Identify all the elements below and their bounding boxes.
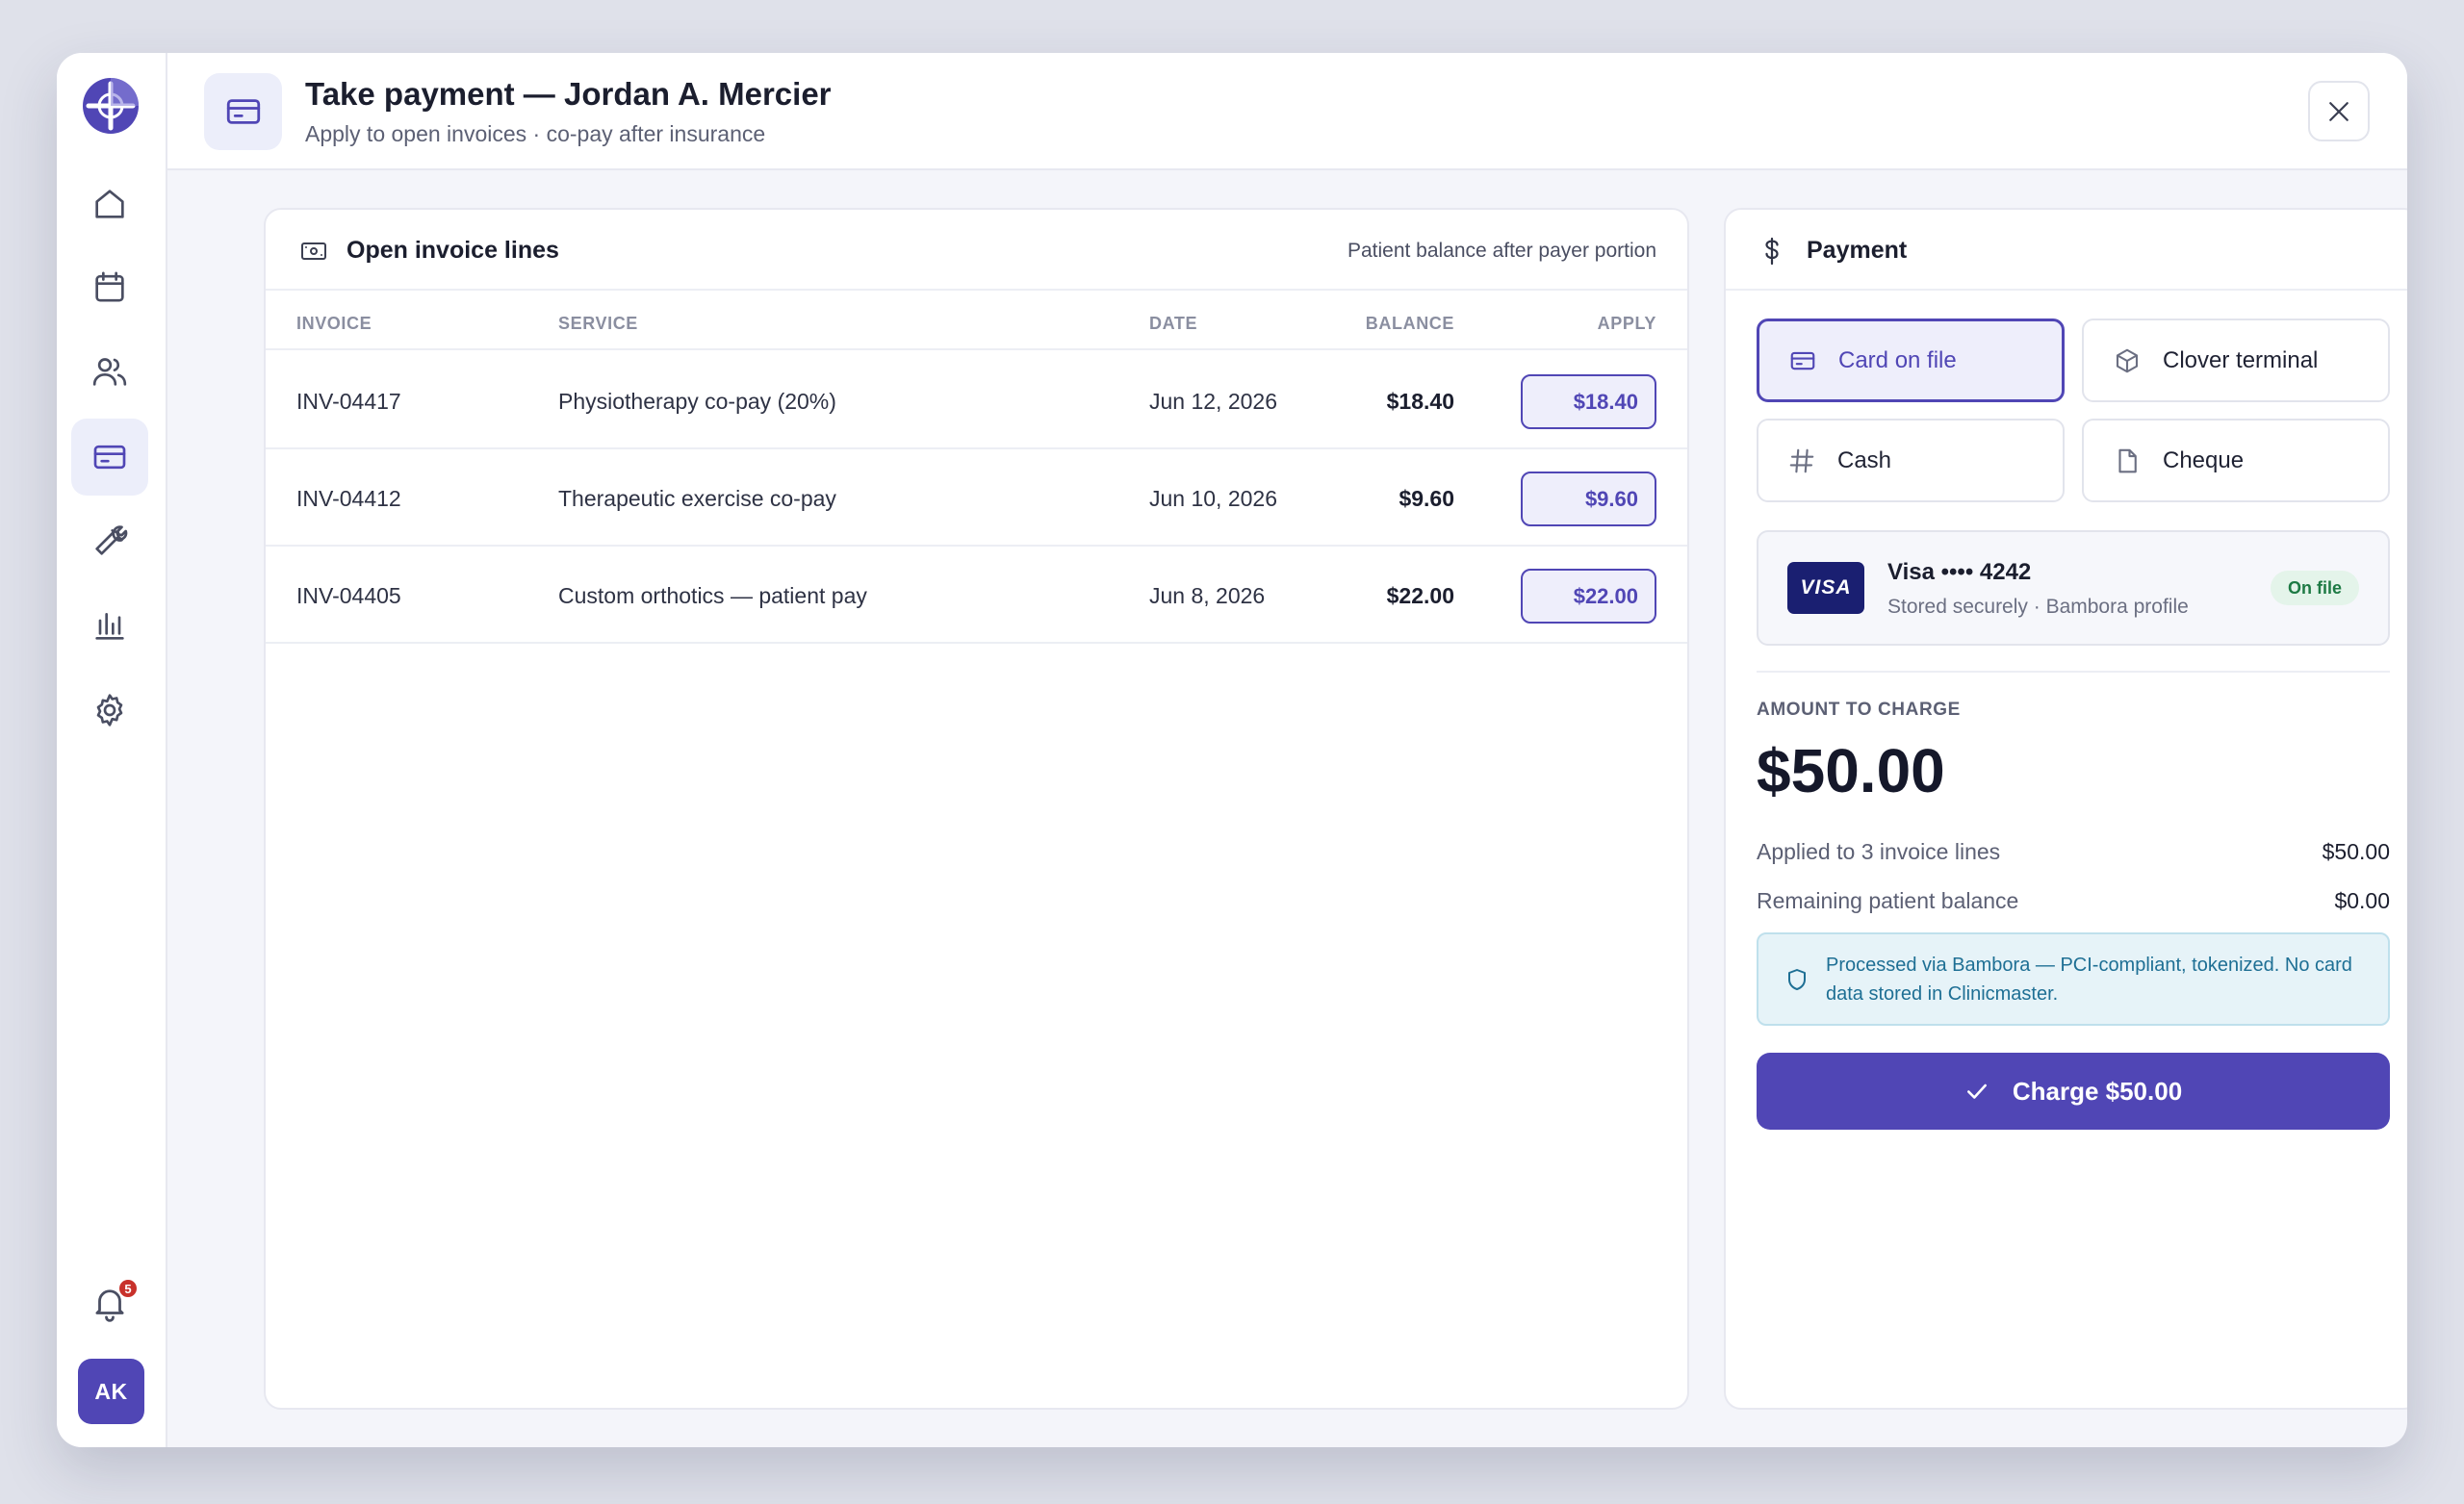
calendar-icon <box>95 271 124 302</box>
close-button[interactable] <box>2308 81 2370 141</box>
page-title: Take payment — Jordan A. Mercier <box>305 76 832 112</box>
sidebar-item-home[interactable] <box>71 166 148 242</box>
service-name: Therapeutic exercise co-pay <box>558 486 836 511</box>
card-name: Visa •••• 4242 <box>1887 559 2032 585</box>
page-subtitle: Apply to open invoices · co-pay after in… <box>305 121 766 146</box>
sidebar-item-patients[interactable] <box>71 333 148 410</box>
method-label: Cheque <box>2163 446 2245 473</box>
invoice-panel-title: Open invoice lines <box>346 237 559 264</box>
user-avatar[interactable]: AK <box>78 1359 144 1424</box>
invoice-balance: $22.00 <box>1386 583 1454 608</box>
apply-amount-input[interactable]: $22.00 <box>1521 569 1656 624</box>
wrench-icon <box>95 525 128 555</box>
charge-button-label: Charge $50.00 <box>2012 1076 2183 1106</box>
invoice-panel-note: Patient balance after payer portion <box>1347 240 1656 262</box>
sidebar: 5 AK <box>57 53 167 1447</box>
summary-label: Applied to 3 invoice lines <box>1757 839 2001 864</box>
invoice-number: INV-04417 <box>296 389 401 414</box>
invoice-number: INV-04412 <box>296 486 401 511</box>
summary-value: $0.00 <box>2334 888 2390 913</box>
hash-icon <box>1789 448 1814 472</box>
invoice-number: INV-04405 <box>296 583 401 608</box>
card-detail: Stored securely · Bambora profile <box>1887 596 2189 618</box>
saved-card[interactable]: VISA Visa •••• 4242 Stored securely · Ba… <box>1757 530 2390 646</box>
dollar-icon <box>1765 237 1779 266</box>
invoice-date: Jun 10, 2026 <box>1149 486 1278 511</box>
charge-button[interactable]: Charge $50.00 <box>1757 1053 2390 1130</box>
payment-panel-title: Payment <box>1807 237 1908 264</box>
sidebar-item-settings[interactable] <box>71 672 148 749</box>
payment-panel-header: Payment <box>1726 210 2407 291</box>
apply-amount-input[interactable]: $18.40 <box>1521 374 1656 429</box>
payment-panel: Payment Card on file Clover terminal Cas… <box>1724 208 2407 1410</box>
main-content: Take payment — Jordan A. Mercier Apply t… <box>167 53 2407 1447</box>
method-label: Cash <box>1837 446 1892 473</box>
app-window: 5 AK Take payment — Jordan A. Mercier Ap… <box>57 53 2407 1447</box>
credit-card-icon <box>1790 351 1815 370</box>
amount-to-charge: $50.00 <box>1757 736 1945 805</box>
security-notice-text: Processed via Bambora — PCI-compliant, t… <box>1826 955 2352 1005</box>
table-row[interactable]: INV-04412 Therapeutic exercise co-pay Ju… <box>266 449 1687 547</box>
service-name: Custom orthotics — patient pay <box>558 583 867 608</box>
method-label: Clover terminal <box>2163 346 2319 373</box>
method-clover-terminal[interactable]: Clover terminal <box>2082 319 2390 402</box>
invoice-date: Jun 8, 2026 <box>1149 583 1266 608</box>
credit-card-icon <box>226 99 260 124</box>
method-cash[interactable]: Cash <box>1757 419 2065 502</box>
invoice-balance: $18.40 <box>1386 389 1454 414</box>
payment-header-icon <box>204 73 282 150</box>
divider <box>1757 671 2390 673</box>
method-label: Card on file <box>1838 346 1957 373</box>
notification-count-badge: 5 <box>117 1278 139 1299</box>
invoice-balance: $9.60 <box>1399 486 1454 511</box>
check-icon <box>1966 1083 1987 1099</box>
invoice-date: Jun 12, 2026 <box>1149 389 1278 414</box>
banknote-icon <box>301 242 326 260</box>
summary-row-remaining: Remaining patient balance $0.00 <box>1757 888 2390 914</box>
sidebar-item-billing[interactable] <box>71 419 148 496</box>
credit-card-icon <box>93 445 126 470</box>
service-name: Physiotherapy co-pay (20%) <box>558 389 836 414</box>
table-row[interactable]: INV-04417 Physiotherapy co-pay (20%) Jun… <box>266 352 1687 449</box>
column-header-apply: APPLY <box>1597 314 1656 333</box>
gear-icon <box>96 694 123 727</box>
app-logo[interactable] <box>81 76 141 136</box>
home-icon <box>95 190 124 218</box>
visa-logo: VISA <box>1787 562 1864 614</box>
invoice-panel-header: Open invoice lines Patient balance after… <box>266 210 1687 291</box>
shield-icon <box>1788 969 1806 990</box>
summary-label: Remaining patient balance <box>1757 888 2019 913</box>
document-icon <box>2118 448 2137 472</box>
table-header: INVOICE SERVICE DATE BALANCE APPLY <box>266 293 1687 350</box>
sidebar-item-tools[interactable] <box>71 502 148 579</box>
column-header-date[interactable]: DATE <box>1149 314 1197 334</box>
status-badge: On file <box>2270 571 2359 605</box>
method-cheque[interactable]: Cheque <box>2082 419 2390 502</box>
sidebar-item-reports[interactable] <box>71 587 148 664</box>
notifications-button[interactable]: 5 <box>81 1274 139 1332</box>
column-header-invoice[interactable]: INVOICE <box>296 314 372 334</box>
security-notice: Processed via Bambora — PCI-compliant, t… <box>1757 932 2390 1026</box>
bar-chart-icon <box>95 613 124 640</box>
summary-row-applied: Applied to 3 invoice lines $50.00 <box>1757 839 2390 865</box>
box-icon <box>2116 348 2139 372</box>
table-row[interactable]: INV-04405 Custom orthotics — patient pay… <box>266 547 1687 644</box>
amount-label: AMOUNT TO CHARGE <box>1757 700 1961 720</box>
method-card-on-file[interactable]: Card on file <box>1757 319 2065 402</box>
apply-amount-input[interactable]: $9.60 <box>1521 472 1656 526</box>
modal-header: Take payment — Jordan A. Mercier Apply t… <box>167 53 2407 170</box>
sidebar-item-calendar[interactable] <box>71 248 148 325</box>
users-icon <box>92 358 127 386</box>
column-header-service[interactable]: SERVICE <box>558 314 638 334</box>
summary-value: $50.00 <box>2322 839 2390 864</box>
close-icon <box>2329 101 2348 121</box>
column-header-balance[interactable]: BALANCE <box>1366 314 1454 334</box>
invoice-panel: Open invoice lines Patient balance after… <box>264 208 1689 1410</box>
